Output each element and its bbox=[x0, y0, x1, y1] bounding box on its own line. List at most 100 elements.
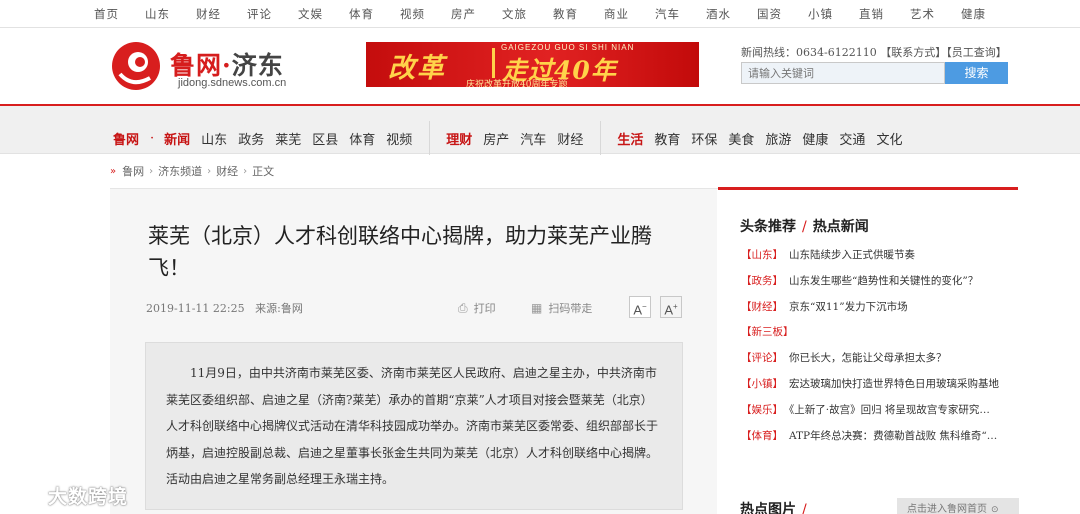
news-category-tag[interactable]: 【财经】 bbox=[741, 301, 783, 313]
nav-laiwu[interactable]: 莱芜 bbox=[275, 129, 301, 148]
news-headline[interactable]: 你已长大，怎能让父母承担太多？ bbox=[789, 352, 947, 364]
hot-news-item[interactable]: 【新三板】 bbox=[741, 325, 1021, 351]
breadcrumb-item-finance[interactable]: 财经 bbox=[216, 163, 238, 179]
breadcrumb: » 鲁网 › 济东频道 › 财经 › 正文 bbox=[110, 163, 274, 179]
top-nav-item[interactable]: 艺术 bbox=[910, 6, 935, 22]
nav-shandong[interactable]: 山东 bbox=[201, 129, 227, 148]
search-input[interactable] bbox=[741, 62, 945, 84]
search-button[interactable]: 搜索 bbox=[945, 62, 1008, 84]
banner-divider bbox=[492, 48, 495, 78]
news-headline[interactable]: 宏达玻璃加快打造世界特色日用玻璃采购基地 bbox=[789, 378, 999, 390]
breadcrumb-separator-icon: › bbox=[243, 165, 248, 177]
nav-sports[interactable]: 体育 bbox=[349, 129, 375, 148]
printer-icon: ⎙ bbox=[458, 300, 468, 315]
nav-separator bbox=[429, 121, 431, 155]
sidebar: 头条推荐 / 热点新闻 【山东】 山东陆续步入正式供暖节奏 【政务】 山东发生哪些“趋势性… bbox=[718, 190, 1021, 514]
top-nav-item[interactable]: 文娱 bbox=[298, 6, 323, 22]
heading-slash: / bbox=[802, 502, 807, 514]
nav-finance[interactable]: 理财 bbox=[446, 129, 472, 148]
news-headline[interactable]: 山东发生哪些“趋势性和关键性的变化”？ bbox=[789, 275, 978, 287]
article-date: 2019-11-11 22:25 bbox=[146, 302, 245, 315]
nav-life[interactable]: 生活 bbox=[617, 129, 643, 148]
breadcrumb-item-lunet[interactable]: 鲁网 bbox=[122, 163, 144, 179]
news-category-tag[interactable]: 【体育】 bbox=[741, 430, 783, 442]
news-headline[interactable]: ATP年终总决赛：费德勒首战败 焦科维奇“… bbox=[789, 430, 997, 442]
top-nav-item[interactable]: 视频 bbox=[400, 6, 425, 22]
tab-headline-recommend[interactable]: 头条推荐 bbox=[740, 219, 796, 235]
nav-health[interactable]: 健康 bbox=[802, 129, 828, 148]
hot-news-item[interactable]: 【体育】 ATP年终总决赛：费德勒首战败 焦科维奇“… bbox=[741, 429, 1021, 455]
article-title: 莱芜（北京）人才科创联络中心揭牌，助力莱芜产业腾飞！ bbox=[148, 224, 652, 280]
hot-pictures-heading: 热点图片 / bbox=[740, 499, 807, 514]
top-nav-item[interactable]: 首页 bbox=[94, 6, 119, 22]
logo-title-dot: · bbox=[222, 51, 232, 80]
nav-video[interactable]: 视频 bbox=[386, 129, 412, 148]
top-nav-item[interactable]: 房产 bbox=[451, 6, 476, 22]
font-decrease-button[interactable]: A− bbox=[629, 296, 651, 318]
nav-news[interactable]: 新闻 bbox=[164, 129, 190, 148]
hot-news-item[interactable]: 【政务】 山东发生哪些“趋势性和关键性的变化”？ bbox=[741, 274, 1021, 300]
nav-government[interactable]: 政务 bbox=[238, 129, 264, 148]
logo-url: jidong.sdnews.com.cn bbox=[178, 77, 287, 89]
heading-slash: / bbox=[802, 219, 807, 235]
nav-separator bbox=[600, 121, 602, 155]
nav-traffic[interactable]: 交通 bbox=[839, 129, 865, 148]
news-category-tag[interactable]: 【评论】 bbox=[741, 352, 783, 364]
top-nav-item[interactable]: 小镇 bbox=[808, 6, 833, 22]
top-nav-item[interactable]: 商业 bbox=[604, 6, 629, 22]
goto-homepage-button[interactable]: 点击进入鲁网首页 ⊙ bbox=[897, 498, 1019, 514]
top-nav-item[interactable]: 汽车 bbox=[655, 6, 680, 22]
nav-education[interactable]: 教育 bbox=[654, 129, 680, 148]
print-button[interactable]: ⎙ 打印 bbox=[458, 300, 496, 316]
top-nav-item[interactable]: 山东 bbox=[145, 6, 170, 22]
top-nav-item[interactable]: 直销 bbox=[859, 6, 884, 22]
top-nav-item[interactable]: 文旅 bbox=[502, 6, 527, 22]
nav-counties[interactable]: 区县 bbox=[312, 129, 338, 148]
news-category-tag[interactable]: 【政务】 bbox=[741, 275, 783, 287]
nav-auto[interactable]: 汽车 bbox=[520, 129, 546, 148]
nav-property[interactable]: 房产 bbox=[483, 129, 509, 148]
reform-40-years-banner[interactable]: 改革 GAIGEZOU GUO SI SHI NIAN 走过40年 庆祝改革开放… bbox=[366, 42, 699, 87]
news-category-tag[interactable]: 【娱乐】 bbox=[741, 404, 783, 416]
qr-share-button[interactable]: ▦ 扫码带走 bbox=[531, 300, 592, 316]
top-nav-item[interactable]: 酒水 bbox=[706, 6, 731, 22]
nav-economy[interactable]: 财经 bbox=[557, 129, 583, 148]
news-headline[interactable]: 山东陆续步入正式供暖节奏 bbox=[789, 249, 915, 261]
news-headline[interactable]: 京东“双11”发力下沉市场 bbox=[789, 301, 908, 313]
top-nav-item[interactable]: 教育 bbox=[553, 6, 578, 22]
hot-news-item[interactable]: 【小镇】 宏达玻璃加快打造世界特色日用玻璃采购基地 bbox=[741, 377, 1021, 403]
news-category-tag[interactable]: 【小镇】 bbox=[741, 378, 783, 390]
minus-icon: − bbox=[642, 302, 647, 311]
breadcrumb-item-channel[interactable]: 济东频道 bbox=[158, 163, 202, 179]
breadcrumb-separator-icon: › bbox=[207, 165, 212, 177]
nav-food[interactable]: 美食 bbox=[728, 129, 754, 148]
article-source: 来源:鲁网 bbox=[255, 302, 303, 315]
goto-homepage-label: 点击进入鲁网首页 bbox=[907, 504, 987, 514]
hot-news-item[interactable]: 【评论】 你已长大，怎能让父母承担太多？ bbox=[741, 351, 1021, 377]
site-logo[interactable]: 鲁网·济东 jidong.sdnews.com.cn bbox=[110, 40, 320, 92]
top-category-nav: 首页 山东 财经 评论 文娱 体育 视频 房产 文旅 教育 商业 汽车 酒水 国资 小镇 直销 艺术 健康 bbox=[0, 0, 1080, 28]
news-headline[interactable]: 《上新了·故宫》回归 将呈现故宫专家研究… bbox=[789, 404, 990, 416]
article: 莱芜（北京）人才科创联络中心揭牌，助力莱芜产业腾飞！ 2019-11-11 22… bbox=[110, 189, 717, 514]
top-nav-item[interactable]: 国资 bbox=[757, 6, 782, 22]
top-nav-item[interactable]: 财经 bbox=[196, 6, 221, 22]
news-category-tag[interactable]: 【山东】 bbox=[741, 249, 783, 261]
top-nav-item[interactable]: 体育 bbox=[349, 6, 374, 22]
tab-hot-news[interactable]: 热点新闻 bbox=[813, 219, 869, 235]
hot-news-item[interactable]: 【山东】 山东陆续步入正式供暖节奏 bbox=[741, 248, 1021, 274]
nav-bullet: · bbox=[150, 130, 155, 146]
nav-lunet[interactable]: 鲁网 bbox=[113, 129, 139, 148]
nav-culture[interactable]: 文化 bbox=[876, 129, 902, 148]
hot-news-item[interactable]: 【财经】 京东“双11”发力下沉市场 bbox=[741, 300, 1021, 326]
nav-environment[interactable]: 环保 bbox=[691, 129, 717, 148]
nav-travel[interactable]: 旅游 bbox=[765, 129, 791, 148]
banner-text-1: 改革 bbox=[388, 53, 446, 84]
print-label: 打印 bbox=[473, 302, 496, 315]
banner-subtext: 庆祝改革开放40周年专题 bbox=[466, 80, 568, 87]
font-increase-button[interactable]: A+ bbox=[660, 296, 682, 318]
top-nav-item[interactable]: 健康 bbox=[961, 6, 986, 22]
top-nav-item[interactable]: 评论 bbox=[247, 6, 272, 22]
hot-news-item[interactable]: 【娱乐】 《上新了·故宫》回归 将呈现故宫专家研究… bbox=[741, 403, 1021, 429]
news-category-tag[interactable]: 【新三板】 bbox=[741, 326, 794, 338]
font-increase-label: A bbox=[664, 302, 673, 318]
